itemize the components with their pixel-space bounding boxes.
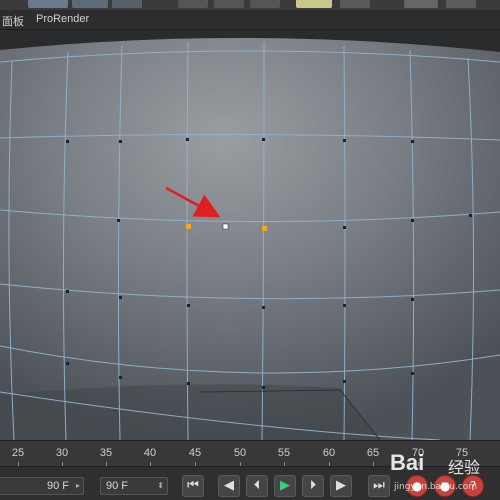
neighbor-vertex-right[interactable] bbox=[262, 226, 267, 231]
menu-item-prorender[interactable]: ProRender bbox=[36, 13, 89, 25]
toolbar-button[interactable] bbox=[404, 0, 438, 8]
end-frame-field[interactable]: 90 F ⬍ bbox=[100, 477, 168, 495]
tick-label: 25 bbox=[11, 447, 25, 459]
next-frame-button[interactable]: ⏵ bbox=[302, 475, 324, 497]
toolbar-button[interactable] bbox=[340, 0, 370, 8]
timeline-ruler[interactable]: 25 30 35 40 45 50 55 60 65 70 75 bbox=[0, 440, 500, 466]
previous-key-icon: ◀ bbox=[224, 478, 234, 493]
next-key-icon: ▶ bbox=[336, 478, 346, 493]
go-to-end-button[interactable]: ⏭ bbox=[368, 475, 390, 497]
toolbar-button[interactable] bbox=[28, 0, 68, 8]
3d-viewport[interactable] bbox=[0, 30, 500, 440]
toolbar-button[interactable] bbox=[72, 0, 108, 8]
tick-label: 70 bbox=[411, 447, 425, 459]
toolbar-button[interactable] bbox=[112, 0, 142, 8]
skip-end-icon: ⏭ bbox=[373, 478, 385, 493]
next-key-button[interactable]: ▶ bbox=[330, 475, 352, 497]
tick-label: 65 bbox=[366, 447, 380, 459]
tick-label: 60 bbox=[322, 447, 336, 459]
play-button[interactable]: ▶ bbox=[274, 475, 296, 497]
start-frame-value: 90 F bbox=[46, 480, 69, 492]
start-frame-field[interactable]: 90 F ▸ bbox=[0, 477, 84, 495]
neighbor-vertex-left[interactable] bbox=[186, 224, 191, 229]
stepper-icon[interactable]: ⬍ bbox=[157, 478, 164, 494]
tick-label: 50 bbox=[233, 447, 247, 459]
keyframe-icon: ? bbox=[469, 479, 477, 493]
stepper-icon[interactable]: ▸ bbox=[76, 478, 80, 494]
skip-start-icon: ⏮ bbox=[187, 478, 199, 493]
toolbar-button[interactable] bbox=[178, 0, 208, 8]
menu-item-panel[interactable]: 面板 bbox=[2, 13, 24, 29]
record-button[interactable]: ● bbox=[406, 475, 428, 497]
viewport-menubar: 面板 ProRender bbox=[0, 10, 500, 30]
tick-label: 35 bbox=[99, 447, 113, 459]
play-icon: ▶ bbox=[280, 478, 290, 493]
tick-label: 75 bbox=[455, 447, 469, 459]
record-icon: ● bbox=[411, 479, 423, 493]
top-toolbar bbox=[0, 0, 500, 10]
transport-bar: 90 F ▸ 90 F ⬍ ⏮ ◀ ⏴ ▶ ⏵ ▶ ⏭ ● ● ? bbox=[0, 466, 500, 500]
tick-label: 55 bbox=[277, 447, 291, 459]
previous-frame-button[interactable]: ⏴ bbox=[246, 475, 268, 497]
auto-key-button[interactable]: ● bbox=[434, 475, 456, 497]
keyframe-selection-button[interactable]: ? bbox=[462, 475, 484, 497]
tick-label: 30 bbox=[55, 447, 69, 459]
mesh-object[interactable] bbox=[0, 37, 500, 440]
toolbar-button[interactable] bbox=[446, 0, 476, 8]
next-frame-icon: ⏵ bbox=[309, 478, 317, 493]
toolbar-button[interactable] bbox=[250, 0, 280, 8]
tick-label: 40 bbox=[143, 447, 157, 459]
toolbar-button[interactable] bbox=[296, 0, 332, 8]
previous-frame-icon: ⏴ bbox=[253, 478, 261, 493]
selected-vertex[interactable] bbox=[222, 223, 229, 230]
go-to-start-button[interactable]: ⏮ bbox=[182, 475, 204, 497]
auto-key-icon: ● bbox=[439, 479, 451, 493]
end-frame-value: 90 F bbox=[106, 480, 129, 492]
viewport-canvas[interactable] bbox=[0, 30, 500, 440]
toolbar-button[interactable] bbox=[214, 0, 244, 8]
previous-key-button[interactable]: ◀ bbox=[218, 475, 240, 497]
tick-label: 45 bbox=[188, 447, 202, 459]
